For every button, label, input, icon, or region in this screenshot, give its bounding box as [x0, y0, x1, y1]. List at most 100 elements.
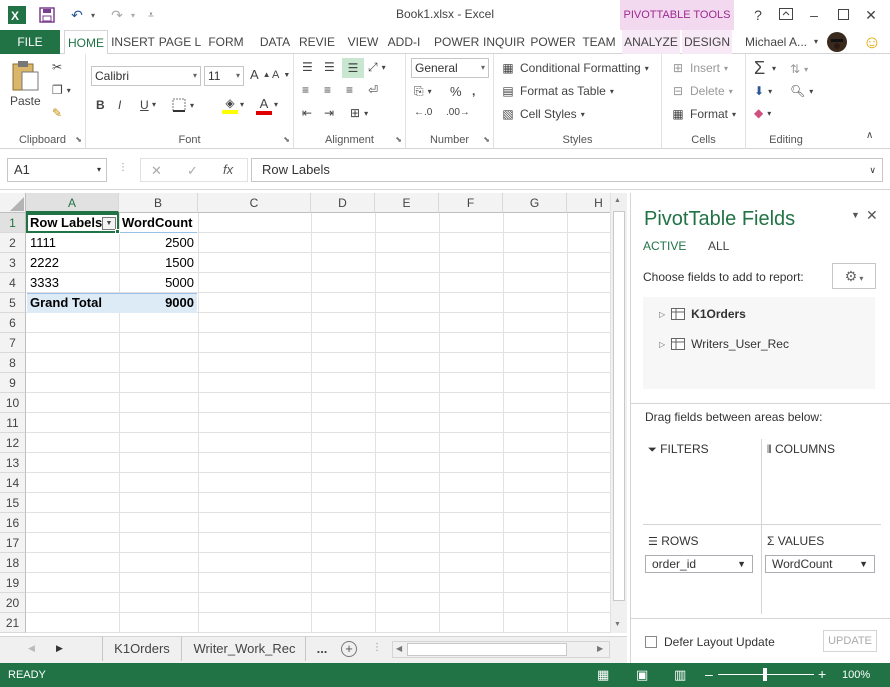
paste-button[interactable]: Paste	[10, 60, 41, 108]
close-window-button[interactable]: ✕	[858, 4, 884, 26]
grow-font-button[interactable]: A ▲	[250, 67, 271, 82]
row-header[interactable]: 6	[0, 313, 26, 333]
worksheet-grid[interactable]: A B C D E F G H 1 2 3 4 5 6 7 8 9 10 11 12 13 14 15 16 1…	[0, 193, 627, 633]
scroll-right-icon[interactable]: ▶	[597, 644, 603, 653]
column-header-d[interactable]: D	[311, 193, 375, 213]
fill-color-icon[interactable]: ◈	[222, 96, 238, 114]
ribbon-display-options-icon[interactable]	[773, 4, 799, 26]
user-account[interactable]: Michael A...	[740, 30, 812, 54]
tab-all-fields[interactable]: ALL	[708, 239, 729, 253]
horizontal-scrollbar[interactable]: ◀ ▶	[392, 641, 610, 658]
tab-analyze[interactable]: ANALYZE	[622, 30, 680, 54]
fill-icon[interactable]: ⬇ ▾	[754, 84, 772, 98]
formula-bar-handle-icon[interactable]: ⋮	[118, 162, 128, 173]
row-header[interactable]: 12	[0, 433, 26, 453]
name-box[interactable]: A1 ▾	[7, 158, 107, 182]
borders-icon[interactable]: ▾	[172, 98, 194, 112]
bold-button[interactable]: B	[96, 98, 105, 112]
tab-split-handle-icon[interactable]: ⋮	[372, 642, 382, 653]
column-header-b[interactable]: B	[119, 193, 198, 213]
zoom-in-button[interactable]: +	[818, 666, 826, 682]
column-header-c[interactable]: C	[198, 193, 311, 213]
minimize-button[interactable]: –	[801, 4, 827, 26]
tab-active-fields[interactable]: ACTIVE	[643, 239, 686, 253]
formula-input[interactable]: Row Labels ∨	[251, 158, 883, 182]
font-size-combo[interactable]: 11 ▾	[204, 66, 244, 86]
tab-review[interactable]: REVIE	[298, 30, 336, 54]
scroll-left-icon[interactable]: ◀	[396, 644, 402, 653]
row-header[interactable]: 2	[0, 233, 26, 253]
comma-style-icon[interactable]: ,	[472, 84, 475, 98]
column-header-a[interactable]: A	[26, 193, 119, 213]
sheet-tab-k1orders[interactable]: K1Orders	[102, 637, 182, 661]
decrease-indent-icon[interactable]: ⇤	[302, 106, 312, 120]
font-color-dropdown-icon[interactable]: ▾	[274, 100, 278, 109]
avatar[interactable]	[826, 31, 848, 53]
vertical-scroll-thumb[interactable]	[613, 211, 625, 601]
italic-button[interactable]: I	[118, 98, 121, 112]
format-cells-button[interactable]: ▦ Format ▾	[670, 106, 736, 122]
find-select-icon[interactable]: 🔍︎ ▾	[790, 84, 813, 98]
underline-button[interactable]: U	[140, 98, 149, 112]
row-header[interactable]: 5	[0, 293, 26, 313]
increase-decimal-icon[interactable]: ←.0	[414, 107, 432, 118]
pivot-row-label[interactable]: 1111	[27, 233, 117, 253]
collapse-ribbon-icon[interactable]: ∧	[866, 130, 873, 141]
tab-design[interactable]: DESIGN	[682, 30, 732, 54]
accounting-format-icon[interactable]: ⎘ ▾	[414, 84, 432, 99]
tab-power-2[interactable]: POWER	[530, 30, 576, 54]
tab-file[interactable]: FILE	[0, 30, 60, 54]
smiley-feedback-icon[interactable]: ☺	[862, 32, 882, 52]
insert-cells-button[interactable]: ⊞ Insert ▾	[670, 60, 728, 76]
sheet-tab-writer-work-rec[interactable]: Writer_Work_Rec	[184, 637, 306, 661]
orientation-icon[interactable]: ⤢ ▾	[368, 60, 386, 75]
sheet-scroll-left-icon[interactable]: ◀	[28, 643, 35, 654]
pivot-row-label[interactable]: 3333	[27, 273, 117, 293]
top-align-icon[interactable]: ☰	[302, 60, 313, 74]
tab-team[interactable]: TEAM	[580, 30, 618, 54]
field-table-k1orders[interactable]: ▷ K1Orders	[659, 307, 746, 321]
row-header[interactable]: 14	[0, 473, 26, 493]
tab-data[interactable]: DATA	[256, 30, 294, 54]
field-table-writers-user-rec[interactable]: ▷ Writers_User_Rec	[659, 337, 789, 351]
more-sheets-button[interactable]: ...	[312, 637, 332, 661]
values-field-wordcount[interactable]: WordCount ▼	[765, 555, 875, 573]
filters-drop-area[interactable]	[643, 459, 759, 521]
row-header[interactable]: 11	[0, 413, 26, 433]
user-dropdown-icon[interactable]: ▾	[812, 30, 820, 54]
vertical-scrollbar[interactable]: ▲ ▼	[610, 193, 627, 633]
row-header[interactable]: 21	[0, 613, 26, 633]
tab-home[interactable]: HOME	[64, 30, 108, 55]
column-header-e[interactable]: E	[375, 193, 439, 213]
shrink-font-button[interactable]: A ▼	[272, 69, 290, 81]
pivot-row-value[interactable]: 2500	[119, 233, 197, 253]
column-header-f[interactable]: F	[439, 193, 503, 213]
select-all-corner[interactable]	[0, 193, 26, 213]
zoom-slider-thumb[interactable]	[763, 668, 767, 681]
fill-color-dropdown-icon[interactable]: ▾	[240, 100, 244, 109]
alignment-launcher-icon[interactable]: ⬊	[395, 135, 402, 144]
grand-total-value[interactable]: 9000	[119, 293, 197, 313]
tab-inquire[interactable]: INQUIR	[482, 30, 526, 54]
zoom-level[interactable]: 100%	[842, 669, 870, 681]
columns-drop-area[interactable]	[763, 459, 881, 521]
delete-cells-button[interactable]: ⊟ Delete ▾	[670, 83, 733, 99]
tab-formulas[interactable]: FORM	[206, 30, 246, 54]
rows-field-dropdown-icon[interactable]: ▼	[737, 556, 746, 572]
row-header[interactable]: 18	[0, 553, 26, 573]
row-header[interactable]: 10	[0, 393, 26, 413]
cut-icon[interactable]: ✂	[52, 60, 62, 74]
row-header[interactable]: 4	[0, 273, 26, 293]
sheet-scroll-right-icon[interactable]: ▶	[56, 643, 63, 654]
confirm-entry-icon[interactable]: ✓	[187, 163, 198, 179]
wrap-text-icon[interactable]: ⏎	[368, 83, 378, 97]
autosum-dropdown-icon[interactable]: ▾	[772, 64, 776, 73]
middle-align-icon[interactable]: ☰	[324, 60, 335, 74]
tab-power-1[interactable]: POWER	[434, 30, 479, 54]
row-header[interactable]: 17	[0, 533, 26, 553]
autosum-button[interactable]: Σ	[754, 58, 765, 79]
underline-dropdown-icon[interactable]: ▾	[152, 100, 156, 109]
row-header[interactable]: 16	[0, 513, 26, 533]
pivot-row-value[interactable]: 5000	[119, 273, 197, 293]
grand-total-label[interactable]: Grand Total	[27, 293, 117, 313]
